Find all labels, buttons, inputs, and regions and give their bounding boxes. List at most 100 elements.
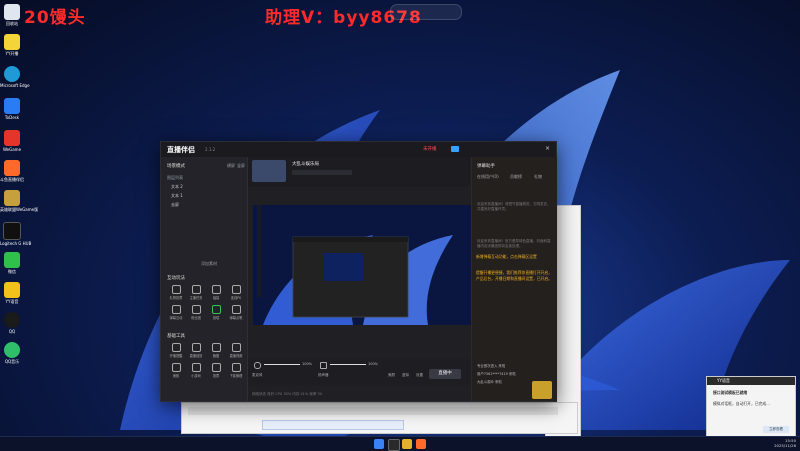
interact-host-task[interactable]: 主播任务 — [189, 285, 203, 300]
desktop-icon-qq[interactable]: QQ — [0, 312, 24, 334]
live-status: 未开播 — [423, 147, 437, 152]
yy-icon — [4, 282, 20, 298]
qq-music-icon — [4, 342, 20, 358]
yy-live-icon — [4, 34, 20, 50]
desktop-icon-wegame[interactable]: WeGame — [0, 130, 24, 152]
interact-song[interactable]: 弹幕点歌 — [229, 305, 243, 320]
tool-beauty[interactable]: 美颜 — [169, 363, 183, 378]
interact-pk[interactable]: 连线PK — [229, 285, 243, 300]
tool-replay[interactable]: 直播回放 — [189, 343, 203, 358]
system-notice: 欢迎来到直播间！请遵守直播规范，文明发言，共建良好直播环境。 — [477, 202, 551, 211]
speaker-volume-value: 100% — [368, 362, 379, 366]
ghub-icon — [3, 222, 21, 240]
toast-app-name: YY语音 — [707, 377, 795, 385]
tab-gifts[interactable]: 礼物 — [534, 174, 542, 180]
qq-icon — [4, 312, 20, 328]
interact-lucky-bag[interactable]: 福袋 — [209, 285, 223, 300]
mic-label: 麦克风 — [252, 373, 263, 377]
interact-fans[interactable]: 粉丝团 — [189, 305, 203, 320]
speaker-volume-slider[interactable] — [330, 364, 366, 365]
live-companion-window: 直播伴侣 2.1.2 未开播 × 场景模式 横屏 竖屏 图层列表 文本 2 文本… — [160, 141, 557, 402]
tools-section-label: 基础工具 — [167, 334, 185, 339]
tool-vote[interactable]: 投票 — [209, 363, 223, 378]
todesk-icon — [4, 98, 20, 114]
layer-list-label: 图层列表 — [167, 175, 183, 180]
system-notice: 欢迎来到直播间！官方倡导绿色直播，封面和直播内容涉嫌违规将会被处理。 — [477, 239, 551, 248]
desktop-icon-wechat[interactable]: 微信 — [0, 252, 24, 274]
tab-online-users[interactable]: 在线用户(0) — [477, 174, 499, 180]
background-input — [262, 420, 404, 430]
live-preview[interactable] — [253, 205, 473, 325]
file-explorer-icon[interactable] — [402, 439, 412, 449]
toast-body: 模拟对话框，自动打开，已完成… — [713, 401, 770, 406]
desktop-icon-recycle-bin[interactable]: 回收站 — [0, 4, 24, 26]
desktop-icon-yy-live[interactable]: YY开播 — [0, 34, 24, 56]
room-tags — [292, 170, 352, 175]
sidebar: 场景模式 横屏 竖屏 图层列表 文本 2 文本 1 去屏 添加素材 互动玩法 礼… — [161, 157, 248, 401]
gift-badge[interactable] — [532, 381, 552, 399]
notification-toast: YY语音 接口测试模板已就绪 模拟对话框，自动打开，已完成… 立即查看 — [706, 376, 796, 438]
desktop-search-pill — [390, 4, 462, 20]
tool-video[interactable]: 直播视频 — [229, 343, 243, 358]
desktop-icon-ghub[interactable]: Logitech G HUB — [0, 222, 31, 246]
tab-portrait[interactable]: 竖屏 — [237, 163, 245, 169]
layer-item[interactable]: 文本 2 — [171, 184, 183, 190]
chat-line: 大乱斗观众 来啦 — [477, 380, 502, 384]
layer-item[interactable]: 文本 1 — [171, 193, 183, 199]
close-icon[interactable]: × — [545, 146, 551, 152]
lol-icon — [4, 190, 20, 206]
tool-screenshot[interactable]: 截图 — [209, 343, 223, 358]
interact-feed[interactable]: 投喂 — [209, 305, 223, 320]
douyu-taskbar-icon[interactable] — [416, 439, 426, 449]
interact-section-label: 互动玩法 — [167, 276, 185, 281]
danmu-panel-title: 弹幕助手 — [477, 164, 495, 169]
preview-wallpaper — [257, 205, 453, 325]
tab-contribution[interactable]: 贡献榜 — [510, 174, 522, 180]
status-bar: 网络状态 良好 CPU 30% 内存 41% 帧率 30 — [252, 392, 322, 396]
wegame-icon — [4, 130, 20, 146]
toast-title: 接口测试模板已就绪 — [713, 390, 748, 395]
douyu-icon — [4, 160, 20, 176]
desktop-icon-lol[interactable]: 英雄联盟WeGame版 — [0, 190, 38, 212]
chat-line: 专业首次进入 来啦 — [477, 364, 506, 368]
desktop-icon-yy[interactable]: YY语音 — [0, 282, 24, 304]
desktop-icon-douyu[interactable]: 斗鱼直播伴侣 — [0, 160, 24, 182]
avatar[interactable] — [451, 146, 459, 152]
mic-icon[interactable] — [254, 362, 261, 369]
speaker-label: 扬声器 — [318, 373, 329, 377]
room-cover[interactable] — [252, 160, 286, 182]
search-icon[interactable] — [388, 439, 400, 451]
desktop-icon-qq-music[interactable]: QQ音乐 — [0, 342, 24, 364]
settings-button[interactable]: 设置 — [416, 373, 423, 378]
edge-icon — [4, 66, 20, 82]
background-toolbar — [188, 407, 558, 415]
room-title[interactable]: 大乱斗娱乐局 — [292, 161, 319, 167]
beauty-button[interactable]: 美颜 — [388, 373, 395, 378]
virtual-button[interactable]: 虚拟 — [402, 373, 409, 378]
toast-action-button[interactable]: 立即查看 — [763, 426, 789, 433]
app-logo: 直播伴侣 — [167, 146, 195, 154]
tool-minigame[interactable]: 小游戏 — [189, 363, 203, 378]
desktop-icon-todesk[interactable]: ToDesk — [0, 98, 24, 120]
start-live-button[interactable]: 直播中 — [429, 369, 461, 379]
tool-download[interactable]: 下载管理 — [229, 363, 243, 378]
interact-danmu[interactable]: 弹幕互动 — [169, 305, 183, 320]
tool-remind[interactable]: 开播提醒 — [169, 343, 183, 358]
chat-line: 用户7561****7419 来啦 — [477, 372, 516, 376]
add-source-button[interactable]: 添加素材 — [201, 261, 217, 267]
interact-gift-vote[interactable]: 礼物投票 — [169, 285, 183, 300]
overlay-left-text: 20馒头 — [24, 8, 86, 28]
mic-volume-slider[interactable] — [264, 364, 300, 365]
speaker-icon[interactable] — [320, 362, 327, 369]
system-clock[interactable]: 15:50 2025/11/26 — [766, 438, 796, 448]
tab-landscape[interactable]: 横屏 — [227, 163, 235, 169]
recycle-bin-icon — [4, 4, 20, 20]
title-bar: 直播伴侣 2.1.2 未开播 × — [161, 142, 556, 157]
desktop-icon-edge[interactable]: Microsoft Edge — [0, 66, 30, 88]
start-icon[interactable] — [374, 439, 384, 449]
highlight-notice: 新增弹幕互动功能，点击弹幕区设置 — [476, 254, 537, 259]
scene-mode-label[interactable]: 场景模式 — [167, 163, 185, 169]
background-window-bottom — [181, 402, 578, 434]
danmu-panel: 弹幕助手 在线用户(0) 贡献榜 礼物 欢迎来到直播间！请遵守直播规范，文明发言… — [471, 157, 557, 401]
layer-item[interactable]: 去屏 — [171, 202, 179, 208]
